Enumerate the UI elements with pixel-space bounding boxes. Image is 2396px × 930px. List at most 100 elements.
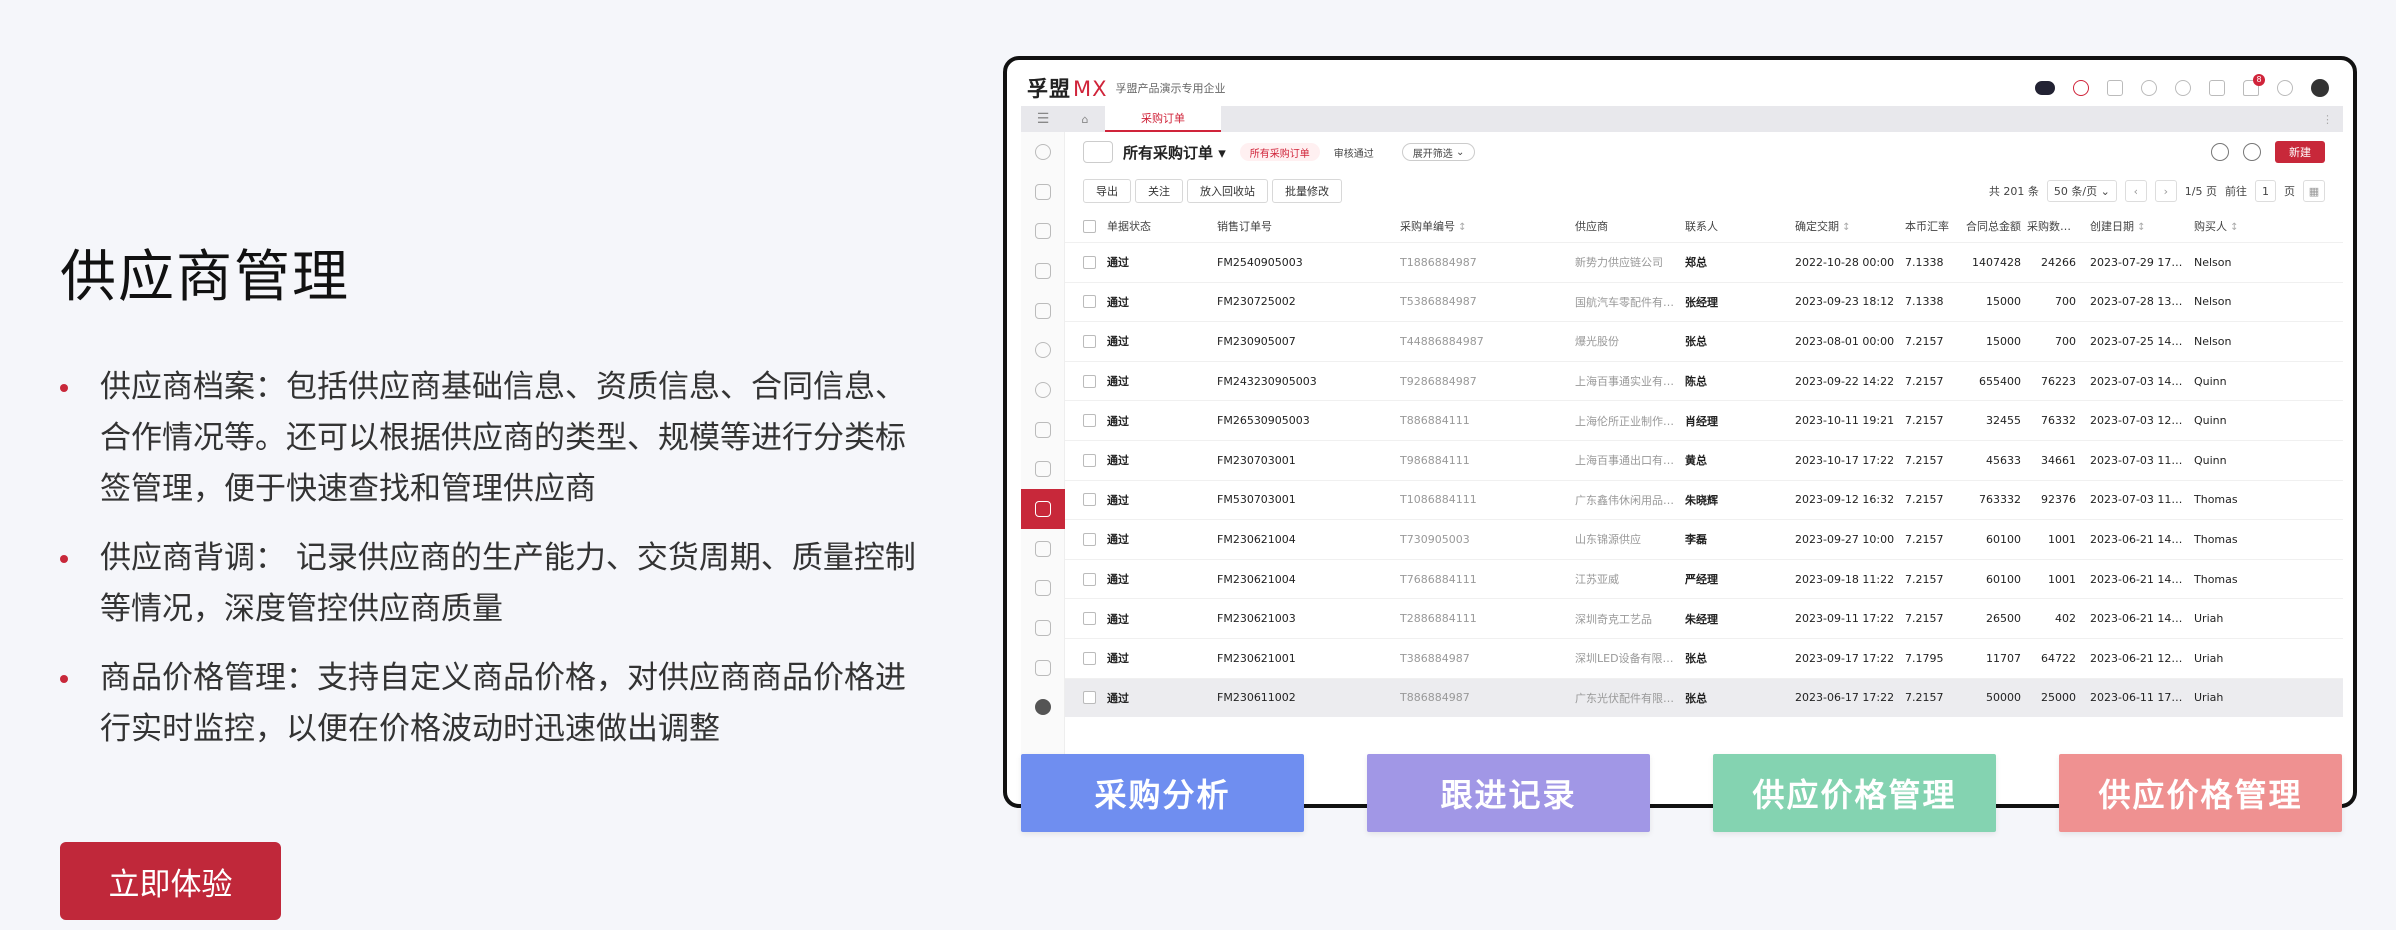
cell-so[interactable]: FM530703001	[1217, 493, 1400, 506]
sidebar-item-whatsapp[interactable]	[1021, 688, 1065, 728]
tab-purchase-orders[interactable]: 采购订单	[1105, 106, 1221, 132]
cell-so[interactable]: FM230621004	[1217, 533, 1400, 546]
cell-po: T730905003	[1400, 532, 1470, 546]
cell-so[interactable]: FM230611002	[1217, 691, 1400, 704]
cell-so[interactable]: FM243230905003	[1217, 375, 1400, 388]
recycle-button[interactable]: 放入回收站	[1187, 179, 1268, 203]
sidebar-item-mail[interactable]	[1021, 251, 1065, 291]
sidebar-item-finance[interactable]	[1021, 648, 1065, 688]
cell-so[interactable]: FM230725002	[1217, 295, 1400, 308]
upload-icon[interactable]	[2141, 80, 2157, 96]
tab-bar: ☰ ⌂ 采购订单 ⋮	[1021, 106, 2343, 132]
row-checkbox[interactable]	[1083, 691, 1096, 705]
sidebar-item-report[interactable]	[1021, 608, 1065, 648]
page-title: 供应商管理	[60, 245, 350, 310]
sidebar-item-book[interactable]	[1021, 569, 1065, 609]
chip-all-orders[interactable]: 所有采购订单	[1239, 143, 1320, 161]
help-icon[interactable]	[2277, 80, 2293, 96]
cell-so[interactable]: FM230905007	[1217, 335, 1400, 348]
row-checkbox[interactable]	[1083, 612, 1096, 626]
chat-icon[interactable]	[2175, 80, 2191, 96]
chip-approved[interactable]: 审核通过	[1324, 143, 1384, 161]
col-qty: 采购数量合计	[2027, 220, 2082, 233]
new-button[interactable]: 新建	[2275, 141, 2325, 163]
table-row[interactable]: 通过 FM530703001 T1086884111 广东鑫伟休闲用品… 朱晓辉 2023…	[1065, 479, 2343, 520]
search-icon[interactable]	[2211, 143, 2229, 161]
sidebar-item-home[interactable]	[1021, 132, 1065, 172]
col-status: 单据状态	[1107, 220, 1151, 233]
cell-so[interactable]: FM2540905003	[1217, 256, 1400, 269]
sidebar-item-purchase[interactable]	[1021, 489, 1065, 529]
follow-button[interactable]: 关注	[1135, 179, 1183, 203]
sidebar-item-shipping[interactable]	[1021, 529, 1065, 569]
page-size-select[interactable]: 50 条/页 ⌄	[2046, 180, 2117, 202]
sidebar-item-account[interactable]	[1021, 370, 1065, 410]
row-checkbox[interactable]	[1083, 414, 1096, 428]
next-page-icon[interactable]: ›	[2154, 180, 2177, 202]
funnel-icon[interactable]	[2243, 143, 2261, 161]
table-row[interactable]: 通过 FM230611002 T886884987 广东光伏配件有限… 张总 2023-0…	[1065, 677, 2343, 718]
cell-so[interactable]: FM230621004	[1217, 573, 1400, 586]
apps-icon[interactable]	[2107, 80, 2123, 96]
sidebar-item-org[interactable]	[1021, 211, 1065, 251]
app-logo[interactable]: 孚盟 MX	[1027, 73, 1108, 103]
cell-so[interactable]: FM230621003	[1217, 612, 1400, 625]
export-button[interactable]: 导出	[1083, 179, 1131, 203]
table-row[interactable]: 通过 FM230621004 T7686884111 江苏亚威 严经理 2023-09-1…	[1065, 558, 2343, 599]
table-row[interactable]: 通过 FM230703001 T986884111 上海百事通出口有… 黄总 2023-1…	[1065, 439, 2343, 480]
headset-icon[interactable]	[2073, 80, 2089, 96]
row-checkbox[interactable]	[1083, 255, 1096, 269]
sidebar-item-document[interactable]	[1021, 450, 1065, 490]
table-row[interactable]: 通过 FM230621003 T2886884111 深圳奇克工艺品 朱经理 2023-0…	[1065, 598, 2343, 638]
ai-icon[interactable]	[2035, 81, 2055, 95]
avatar[interactable]	[2311, 79, 2329, 97]
row-checkbox[interactable]	[1083, 334, 1096, 348]
col-delivery-date[interactable]: 确定交期	[1795, 218, 1905, 234]
cell-so[interactable]: FM230703001	[1217, 454, 1400, 467]
cell-so[interactable]: FM230621001	[1217, 652, 1400, 665]
row-checkbox[interactable]	[1083, 493, 1096, 507]
table-row[interactable]: 通过 FM26530905003 T886884111 上海伦所正业制作… 肖经理 202…	[1065, 400, 2343, 440]
user-filter-icon[interactable]	[1083, 141, 1113, 163]
cell-so[interactable]: FM26530905003	[1217, 414, 1400, 427]
col-created[interactable]: 创建日期	[2082, 218, 2192, 234]
row-checkbox[interactable]	[1083, 532, 1096, 546]
row-checkbox[interactable]	[1083, 374, 1096, 388]
table-row[interactable]: 通过 FM2540905003 T1886884987 新势力供应链公司 郑总 2022-…	[1065, 242, 2343, 282]
col-purchase-no[interactable]: 采购单编号	[1400, 218, 1575, 234]
bell-icon[interactable]: 8	[2243, 74, 2265, 96]
try-now-button[interactable]: 立即体验	[60, 842, 281, 920]
cell-rate: 7.1338	[1905, 255, 1944, 269]
col-buyer[interactable]: 购买人	[2192, 218, 2272, 234]
expand-filter-button[interactable]: 展开筛选 ⌄	[1401, 143, 1476, 161]
app-topbar: 孚盟 MX 孚盟产品演示专用企业 8	[1021, 70, 2343, 106]
goto-page-input[interactable]: 1	[2255, 180, 2276, 202]
table-row[interactable]: 通过 FM243230905003 T9286884987 上海百事通实业有… 陈总 20…	[1065, 360, 2343, 401]
sidebar-item-clipboard[interactable]	[1021, 410, 1065, 450]
prev-page-icon[interactable]: ‹	[2124, 180, 2147, 202]
column-settings-icon[interactable]: ▦	[2303, 180, 2325, 202]
cell-status: 通过	[1107, 573, 1129, 587]
feature-purchase-analysis-button[interactable]: 采购分析	[1021, 754, 1304, 832]
feature-price-management-button-2[interactable]: 供应价格管理	[2059, 754, 2342, 832]
table-row[interactable]: 通过 FM230621001 T386884987 深圳LED设备有限… 张总 2023-…	[1065, 637, 2343, 678]
select-all-checkbox[interactable]	[1083, 219, 1096, 233]
row-checkbox[interactable]	[1083, 651, 1096, 665]
table-row[interactable]: 通过 FM230905007 T44886884987 爆光股份 张总 2023-08-0…	[1065, 321, 2343, 361]
sidebar-item-explore[interactable]	[1021, 330, 1065, 370]
task-icon[interactable]	[2209, 80, 2225, 96]
sidebar-item-product[interactable]	[1021, 291, 1065, 331]
view-selector[interactable]: 所有采购订单 ▾	[1123, 142, 1226, 163]
batch-edit-button[interactable]: 批量修改	[1272, 179, 1342, 203]
table-row[interactable]: 通过 FM230621004 T730905003 山东锦源供应 李磊 2023-09-2…	[1065, 519, 2343, 559]
table-row[interactable]: 通过 FM230725002 T5386884987 国航汽车零配件有… 张经理 2023…	[1065, 281, 2343, 322]
sidebar-item-customer[interactable]	[1021, 172, 1065, 212]
row-checkbox[interactable]	[1083, 295, 1096, 309]
home-icon[interactable]: ⌂	[1065, 106, 1105, 132]
more-tabs-icon[interactable]: ⋮	[2322, 113, 2343, 126]
row-checkbox[interactable]	[1083, 572, 1096, 586]
row-checkbox[interactable]	[1083, 453, 1096, 467]
menu-toggle-icon[interactable]: ☰	[1021, 106, 1065, 132]
feature-price-management-button[interactable]: 供应价格管理	[1713, 754, 1996, 832]
feature-follow-up-button[interactable]: 跟进记录	[1367, 754, 1650, 832]
